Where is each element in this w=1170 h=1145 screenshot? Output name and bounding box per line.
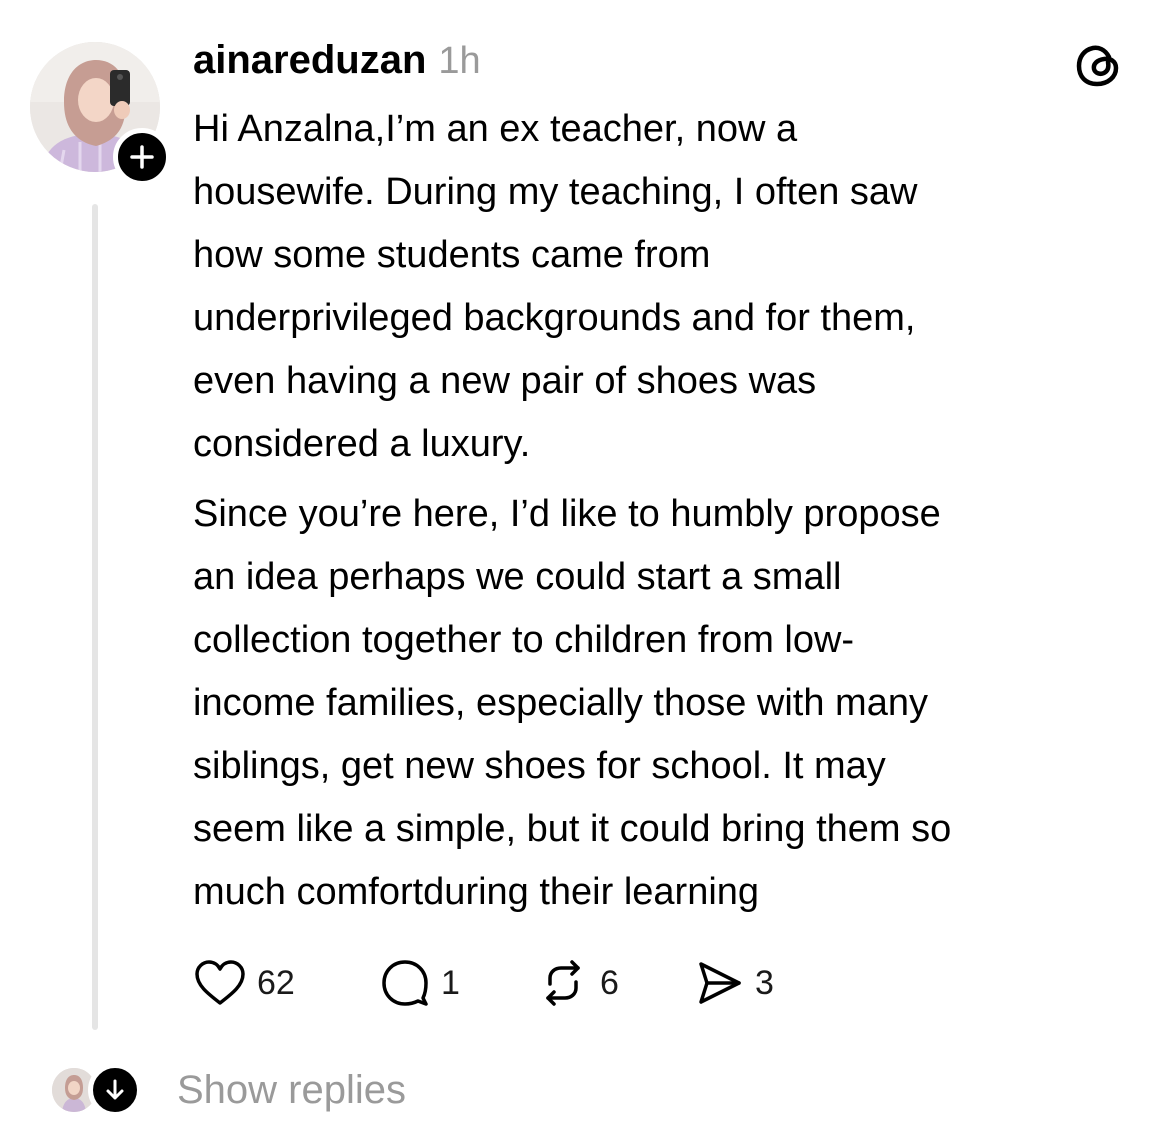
post-paragraph: Since you’re here, I’d like to humbly pr… [193,483,1143,924]
post-text-line: seem like a simple, but it could bring t… [193,808,952,850]
reply-count: 1 [441,963,460,1002]
like-button[interactable]: 62 [193,955,379,1011]
repost-icon [546,960,580,1006]
post-text-line: underprivileged backgrounds and for them… [193,297,916,339]
post-text-line: even having a new pair of shoes was [193,360,817,402]
plus-icon [130,145,154,169]
action-bar: 62 1 6 3 [193,955,803,1011]
share-count: 3 [755,963,774,1002]
post-paragraph: Hi Anzalna,I’m an ex teacher, now a hous… [193,98,1143,476]
username[interactable]: ainareduzan [193,38,426,83]
post-text-line: considered a luxury. [193,423,531,465]
repost-button[interactable]: 6 [536,955,693,1011]
follow-button[interactable] [113,128,171,186]
threads-logo-icon [1073,40,1123,90]
post-text-line: housewife. During my teaching, I often s… [193,171,918,213]
post-text-line: Hi Anzalna,I’m an ex teacher, now a [193,108,798,150]
post-body: Hi Anzalna,I’m an ex teacher, now a hous… [193,98,1143,924]
show-replies-link[interactable]: Show replies [177,1064,406,1116]
post-text-line: income families, especially those with m… [193,682,928,724]
comment-bubble-icon [382,960,428,1006]
like-count: 62 [257,963,295,1002]
post-text-line: how some students came from [193,234,711,276]
share-button[interactable]: 3 [693,955,803,1011]
post-text-line: collection together to children from low… [193,619,855,661]
post-text-line: Since you’re here, I’d like to humbly pr… [193,493,941,535]
post-text-line: much comfortduring their learning [193,871,760,913]
timestamp: 1h [438,40,481,82]
reply-button[interactable]: 1 [379,955,536,1011]
repost-count: 6 [600,963,619,1002]
post-header: ainareduzan 1h [193,38,481,90]
send-icon [699,962,741,1004]
post-text-line: siblings, get new shoes for school. It m… [193,745,886,787]
post-text-line: an idea perhaps we could start a small [193,556,842,598]
heart-icon [195,960,245,1005]
thread-line [92,204,98,1030]
expand-replies-button[interactable] [88,1063,142,1117]
arrow-down-icon [106,1079,124,1100]
